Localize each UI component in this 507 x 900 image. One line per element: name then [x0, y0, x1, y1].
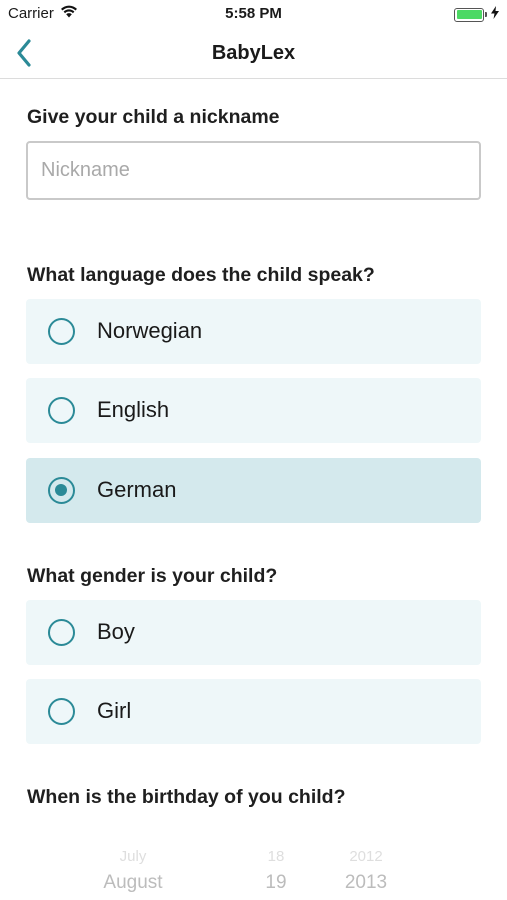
page-title: BabyLex: [211, 42, 296, 64]
picker-year: 2013: [344, 872, 388, 893]
status-bar: Carrier 5:58 PM: [0, 0, 507, 28]
birthday-question: When is the birthday of you child?: [27, 786, 346, 808]
radio-unselected-icon: [48, 698, 75, 725]
battery-icon: [454, 7, 487, 22]
language-question: What language does the child speak?: [27, 264, 375, 286]
option-label: Boy: [97, 619, 135, 644]
charging-bolt-icon: [491, 6, 499, 23]
language-option-german[interactable]: German: [26, 458, 481, 523]
gender-option-boy[interactable]: Boy: [26, 600, 481, 665]
navigation-bar: BabyLex: [0, 28, 507, 79]
language-option-english[interactable]: English: [26, 378, 481, 443]
option-label: English: [97, 397, 170, 422]
radio-selected-icon: [48, 477, 75, 504]
option-label: Norwegian: [97, 318, 203, 343]
picker-day: 19: [265, 872, 287, 893]
status-right: [454, 6, 499, 23]
status-time: 5:58 PM: [225, 5, 282, 22]
nickname-input[interactable]: [26, 141, 481, 200]
radio-unselected-icon: [48, 397, 75, 424]
picker-day: 18: [267, 848, 285, 865]
birthday-date-picker[interactable]: July 18 2012 August 19 2013: [0, 820, 507, 900]
language-option-norwegian[interactable]: Norwegian: [26, 299, 481, 364]
gender-question: What gender is your child?: [27, 565, 278, 587]
option-label: Girl: [97, 698, 132, 723]
nickname-question: Give your child a nickname: [27, 106, 280, 128]
gender-option-girl[interactable]: Girl: [26, 679, 481, 744]
radio-unselected-icon: [48, 318, 75, 345]
picker-year: 2012: [349, 848, 383, 865]
picker-month: July: [119, 848, 147, 865]
radio-unselected-icon: [48, 619, 75, 646]
picker-month: August: [103, 872, 163, 893]
option-label: German: [97, 477, 177, 502]
